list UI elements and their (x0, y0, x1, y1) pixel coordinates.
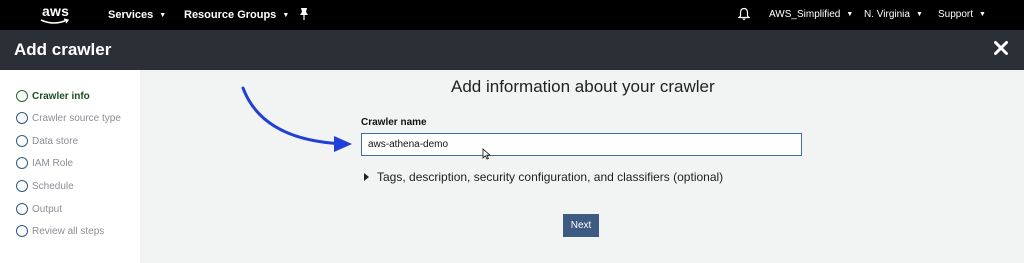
step-data-store[interactable]: Data store (16, 133, 78, 149)
optional-settings-label: Tags, description, security configuratio… (377, 170, 724, 184)
step-circle-icon (16, 90, 28, 102)
step-review-all-steps[interactable]: Review all steps (16, 223, 104, 239)
services-label: Services (108, 9, 154, 21)
aws-logo-text: aws (42, 3, 70, 19)
wizard-steps-sidebar: Crawler info Crawler source type Data st… (0, 70, 140, 263)
step-circle-icon (16, 157, 28, 169)
support-menu[interactable]: Support ▼ (938, 9, 986, 20)
step-iam-role[interactable]: IAM Role (16, 155, 73, 171)
mouse-cursor-icon (482, 147, 492, 165)
chevron-down-icon: ▼ (282, 12, 290, 19)
step-circle-icon (16, 225, 28, 237)
step-circle-icon (16, 180, 28, 192)
resource-groups-label: Resource Groups (184, 9, 277, 21)
chevron-down-icon: ▼ (846, 11, 854, 18)
bell-icon[interactable] (737, 7, 751, 24)
page-title: Add crawler (14, 40, 112, 59)
step-label: Schedule (32, 180, 74, 192)
form-title: Add information about your crawler (451, 77, 715, 96)
pin-icon[interactable] (298, 7, 310, 24)
step-label: Data store (32, 135, 79, 147)
chevron-down-icon: ▼ (979, 11, 986, 18)
step-label: Output (32, 203, 63, 215)
step-circle-icon (16, 203, 28, 215)
aws-logo[interactable]: aws (38, 3, 78, 27)
next-button[interactable]: Next (563, 214, 599, 237)
account-menu[interactable]: AWS_Simplified ▼ (769, 9, 853, 20)
step-label: IAM Role (32, 157, 74, 169)
close-icon[interactable] (993, 40, 1009, 61)
resource-groups-menu[interactable]: Resource Groups ▼ (184, 9, 289, 21)
main-content: Add information about your crawler Crawl… (140, 70, 1024, 263)
caret-right-icon (364, 173, 369, 181)
step-label: Crawler source type (32, 112, 121, 124)
step-label: Review all steps (32, 225, 105, 237)
chevron-down-icon: ▼ (915, 11, 923, 18)
services-menu[interactable]: Services ▼ (108, 9, 166, 21)
aws-smile-icon (40, 18, 70, 24)
top-navigation-bar: aws Services ▼ Resource Groups ▼ AWS_Simpl… (0, 0, 1024, 30)
step-crawler-info[interactable]: Crawler info (16, 88, 90, 104)
account-label: AWS_Simplified (769, 9, 841, 20)
step-circle-icon (16, 112, 28, 124)
chevron-down-icon: ▼ (159, 12, 167, 19)
region-menu[interactable]: N. Virginia ▼ (864, 9, 923, 20)
page-header: Add crawler (0, 30, 1024, 70)
step-output[interactable]: Output (16, 201, 62, 217)
region-label: N. Virginia (864, 9, 910, 20)
optional-settings-toggle[interactable]: Tags, description, security configuratio… (364, 170, 723, 184)
crawler-name-label: Crawler name (361, 117, 427, 128)
step-schedule[interactable]: Schedule (16, 178, 74, 194)
support-label: Support (938, 9, 974, 20)
step-label: Crawler info (32, 90, 90, 102)
step-circle-icon (16, 135, 28, 147)
crawler-name-input[interactable] (361, 133, 802, 156)
step-crawler-source-type[interactable]: Crawler source type (16, 110, 121, 126)
